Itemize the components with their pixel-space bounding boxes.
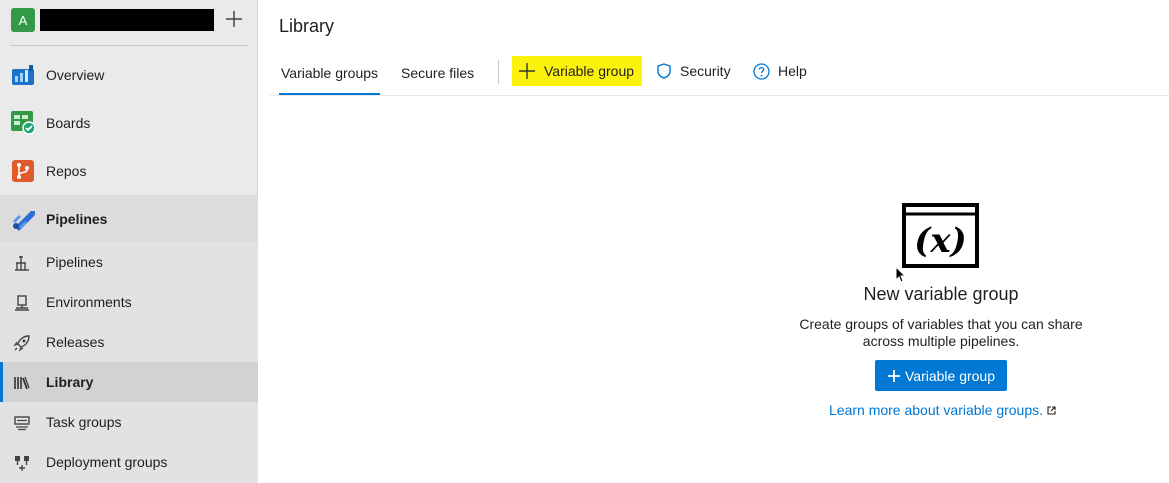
tab-separator	[498, 60, 499, 84]
pipelines-icon	[13, 211, 35, 231]
help-button[interactable]: Help	[753, 56, 807, 86]
project-avatar[interactable]: A	[11, 8, 35, 32]
sidebar-subitem-library[interactable]: Library	[0, 362, 258, 402]
tab-secure-files[interactable]: Secure files	[399, 52, 476, 94]
plus-icon	[887, 369, 900, 382]
add-variable-group-button[interactable]: Variable group	[512, 56, 643, 86]
sidebar-subitem-task-groups[interactable]: Task groups	[0, 402, 258, 442]
plus-icon[interactable]	[224, 9, 244, 29]
mouse-cursor-icon	[895, 266, 907, 283]
empty-state-description: Create groups of variables that you can …	[790, 316, 1092, 350]
sidebar-subitem-deployment-groups[interactable]: Deployment groups	[0, 442, 258, 482]
tab-label: Secure files	[401, 65, 475, 81]
sidebar-item-label: Releases	[46, 334, 105, 350]
sidebar-item-label: Environments	[46, 294, 132, 310]
learn-more-link[interactable]: Learn more about variable groups.	[829, 402, 1056, 418]
button-label: Security	[680, 63, 731, 79]
plus-icon	[519, 63, 535, 79]
sidebar-item-label: Pipelines	[46, 211, 108, 227]
repos-icon	[12, 160, 34, 182]
help-icon	[753, 62, 770, 80]
sidebar-subitem-pipelines[interactable]: Pipelines	[0, 242, 258, 282]
sidebar-item-label: Boards	[46, 115, 91, 131]
external-link-icon	[1047, 405, 1056, 415]
divider	[10, 45, 248, 46]
description-line: Create groups of variables that you can …	[799, 316, 1083, 332]
deployment-groups-icon	[15, 456, 29, 471]
sidebar-subitem-releases[interactable]: Releases	[0, 322, 258, 362]
project-header: A	[0, 0, 258, 44]
sidebar-item-label: Deployment groups	[46, 454, 168, 470]
overview-icon	[12, 65, 34, 85]
empty-state-title: New variable group	[863, 284, 1019, 304]
tab-bar: Variable groups Secure files Variable gr…	[270, 52, 1169, 96]
page-title: Library	[279, 16, 335, 36]
button-label: Variable group	[544, 63, 635, 79]
sidebar-item-boards[interactable]: Boards	[0, 99, 258, 147]
tab-label: Variable groups	[281, 65, 379, 81]
tab-variable-groups[interactable]: Variable groups	[279, 52, 381, 95]
svg-text:(x): (x)	[914, 221, 966, 261]
sidebar-item-label: Overview	[46, 67, 105, 83]
releases-icon	[13, 335, 30, 352]
link-text: Learn more about variable groups.	[829, 402, 1044, 418]
sidebar-item-label: Pipelines	[46, 254, 103, 270]
task-groups-icon	[14, 416, 30, 431]
description-line: across multiple pipelines.	[862, 333, 1020, 349]
sidebar-item-overview[interactable]: Overview	[0, 51, 258, 99]
pipelines-subnav: Pipelines Environments Releases Library …	[0, 242, 258, 483]
project-name-redacted[interactable]	[40, 9, 214, 31]
security-button[interactable]: Security	[656, 56, 731, 86]
sidebar-item-label: Task groups	[46, 414, 122, 430]
sidebar-item-label: Repos	[46, 163, 87, 179]
sidebar-item-label: Library	[46, 374, 94, 390]
pipelines-sub-icon	[15, 256, 29, 271]
button-label: Variable group	[904, 367, 996, 384]
library-icon	[14, 376, 30, 390]
shield-icon	[657, 63, 671, 79]
variable-group-icon: (x)	[902, 203, 979, 268]
new-variable-group-button[interactable]: Variable group	[875, 360, 1007, 391]
environments-icon	[15, 295, 29, 311]
button-label: Help	[778, 63, 807, 79]
sidebar-item-pipelines[interactable]: Pipelines	[0, 195, 258, 243]
boards-icon	[11, 111, 35, 135]
app-root: A Overview Boards Repos Pipelines Pipeli…	[0, 0, 1169, 483]
sidebar: A Overview Boards Repos Pipelines Pipeli…	[0, 0, 258, 483]
sidebar-item-repos[interactable]: Repos	[0, 147, 258, 195]
sidebar-subitem-environments[interactable]: Environments	[0, 282, 258, 322]
